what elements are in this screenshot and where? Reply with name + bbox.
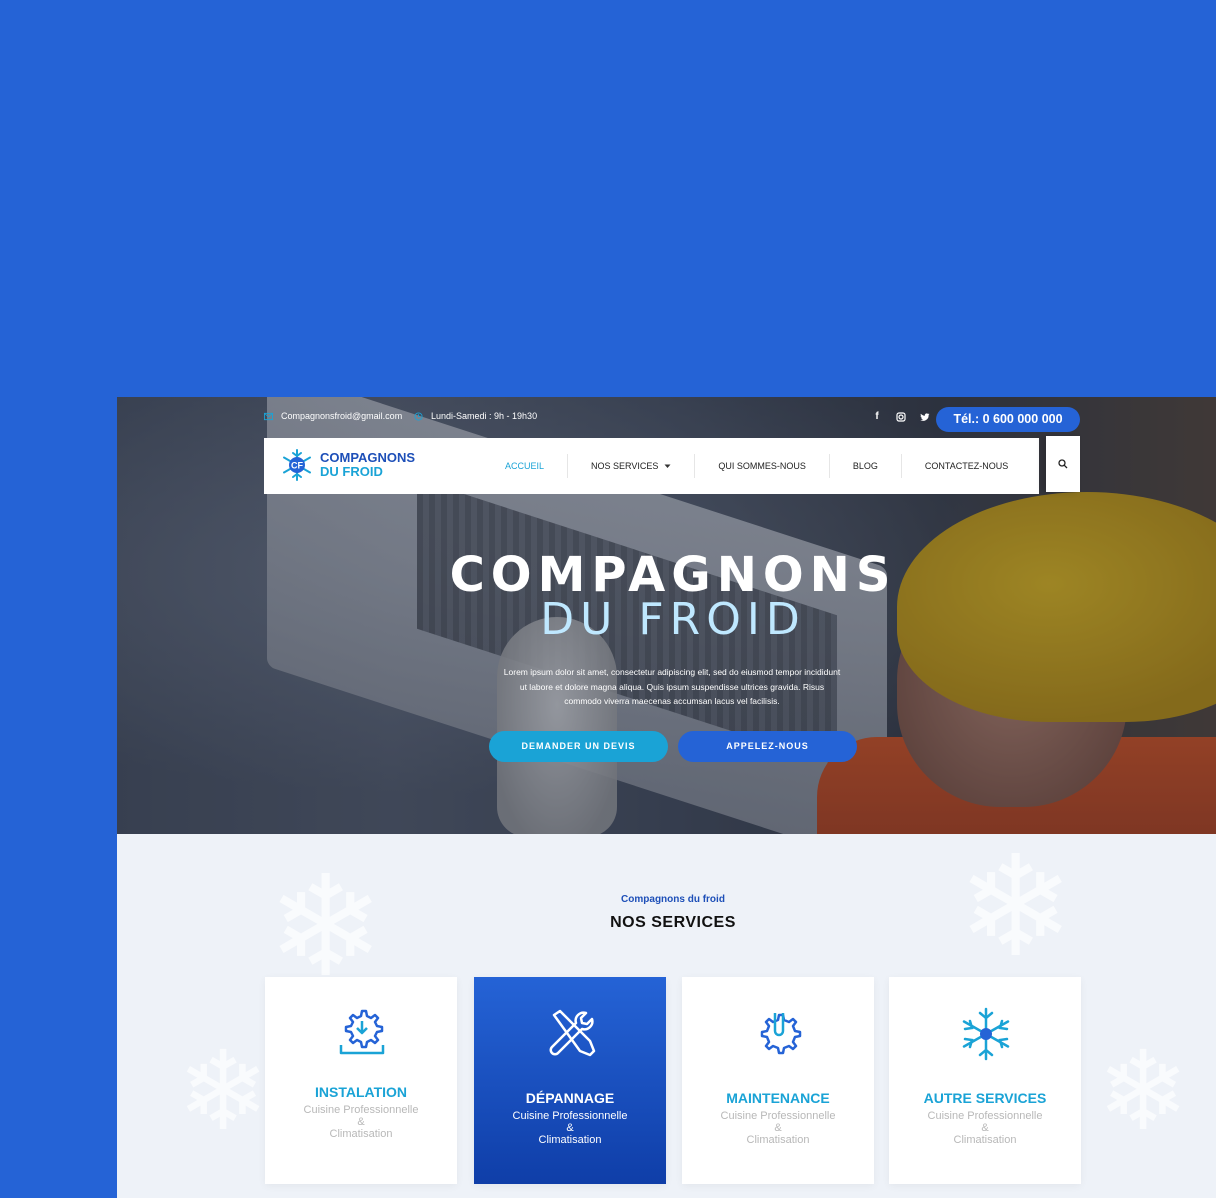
email-text: Compagnonsfroid@gmail.com [281,411,403,421]
service-card-installation[interactable]: INSTALATION Cuisine Professionnelle & Cl… [265,977,457,1184]
logo-text: COMPAGNONS DU FROID [320,451,415,479]
hero-title-line-2: DU FROID [540,594,806,645]
snowflake-logo-icon: CF [283,449,311,481]
gear-download-icon [339,1009,385,1055]
card-line-3: Climatisation [953,1134,1017,1146]
snowflake-decoration-icon: ❄ [177,1030,270,1153]
card-line-3: Climatisation [538,1134,602,1146]
card-line-1: Cuisine Professionnelle [927,1110,1043,1122]
card-title: INSTALATION [314,1084,408,1100]
nav-item-blog[interactable]: BLOG [830,454,902,478]
card-line-3: Climatisation [746,1134,810,1146]
phone-button[interactable]: Tél.: 0 600 000 000 [936,407,1080,432]
card-title: DÉPANNAGE [525,1090,615,1106]
services-title: NOS SERVICES [610,914,736,931]
search-icon [1058,459,1068,469]
nav-menu: ACCUEIL NOS SERVICES QUI SOMMES-NOUS BLO… [482,438,1031,494]
logo-badge-text: CF [291,461,303,471]
clock-icon [414,411,423,421]
card-line-2: & [566,1122,574,1134]
card-line-1: Cuisine Professionnelle [720,1110,836,1122]
card-line-2: & [357,1116,365,1128]
chevron-down-icon [664,464,671,468]
nav-item-contactez-nous[interactable]: CONTACTEZ-NOUS [902,454,1031,478]
hours-text: Lundi-Samedi : 9h - 19h30 [431,411,538,421]
wrench-screwdriver-icon [549,1009,596,1057]
instagram-icon[interactable] [896,411,906,422]
card-title: AUTRE SERVICES [923,1090,1047,1106]
social-links: f [872,411,930,422]
website-mockup: Compagnonsfroid@gmail.com Lundi-Samedi :… [117,397,1216,1198]
nav-item-qui-sommes-nous[interactable]: QUI SOMMES-NOUS [695,454,830,478]
card-line-2: & [774,1122,782,1134]
call-us-button[interactable]: APPELEZ-NOUS [678,731,857,762]
main-navbar: CF COMPAGNONS DU FROID ACCUEIL NOS SERVI… [264,436,1080,494]
facebook-icon[interactable]: f [872,411,882,422]
nav-container: CF COMPAGNONS DU FROID ACCUEIL NOS SERVI… [264,438,1039,494]
request-quote-button[interactable]: DEMANDER UN DEVIS [489,731,668,762]
card-line-3: Climatisation [329,1128,393,1140]
nav-item-nos-services[interactable]: NOS SERVICES [568,454,696,478]
hero-description: Lorem ipsum dolor sit amet, consectetur … [503,667,841,706]
service-card-maintenance[interactable]: MAINTENANCE Cuisine Professionnelle & Cl… [682,977,874,1184]
service-card-depannage[interactable]: DÉPANNAGE Cuisine Professionnelle & Clim… [474,977,666,1184]
mail-icon [264,412,273,420]
snowflake-decoration-icon: ❄ [957,828,1075,985]
twitter-icon[interactable] [920,412,930,422]
email-info[interactable]: Compagnonsfroid@gmail.com [264,411,402,421]
hero-section: Compagnonsfroid@gmail.com Lundi-Samedi :… [117,397,1216,834]
logo-line-1: COMPAGNONS [320,450,416,465]
nav-item-accueil[interactable]: ACCUEIL [482,454,569,478]
services-subtitle: Compagnons du froid [621,894,725,905]
top-bar: Compagnonsfroid@gmail.com Lundi-Samedi :… [264,407,1080,432]
snowflake-icon [962,1007,1010,1061]
nav-item-label: NOS SERVICES [591,461,659,471]
card-line-1: Cuisine Professionnelle [512,1110,628,1122]
search-button[interactable] [1046,436,1080,492]
service-card-autre-services[interactable]: AUTRE SERVICES Cuisine Professionnelle &… [889,977,1081,1184]
site-logo[interactable]: CF COMPAGNONS DU FROID [280,448,415,482]
snowflake-decoration-icon: ❄ [1097,1030,1190,1153]
card-title: MAINTENANCE [726,1090,830,1106]
card-line-1: Cuisine Professionnelle [303,1104,419,1116]
card-line-2: & [981,1122,989,1134]
wrench-gear-icon [760,1013,802,1055]
logo-line-2: DU FROID [320,464,383,479]
hours-info: Lundi-Samedi : 9h - 19h30 [414,411,537,421]
